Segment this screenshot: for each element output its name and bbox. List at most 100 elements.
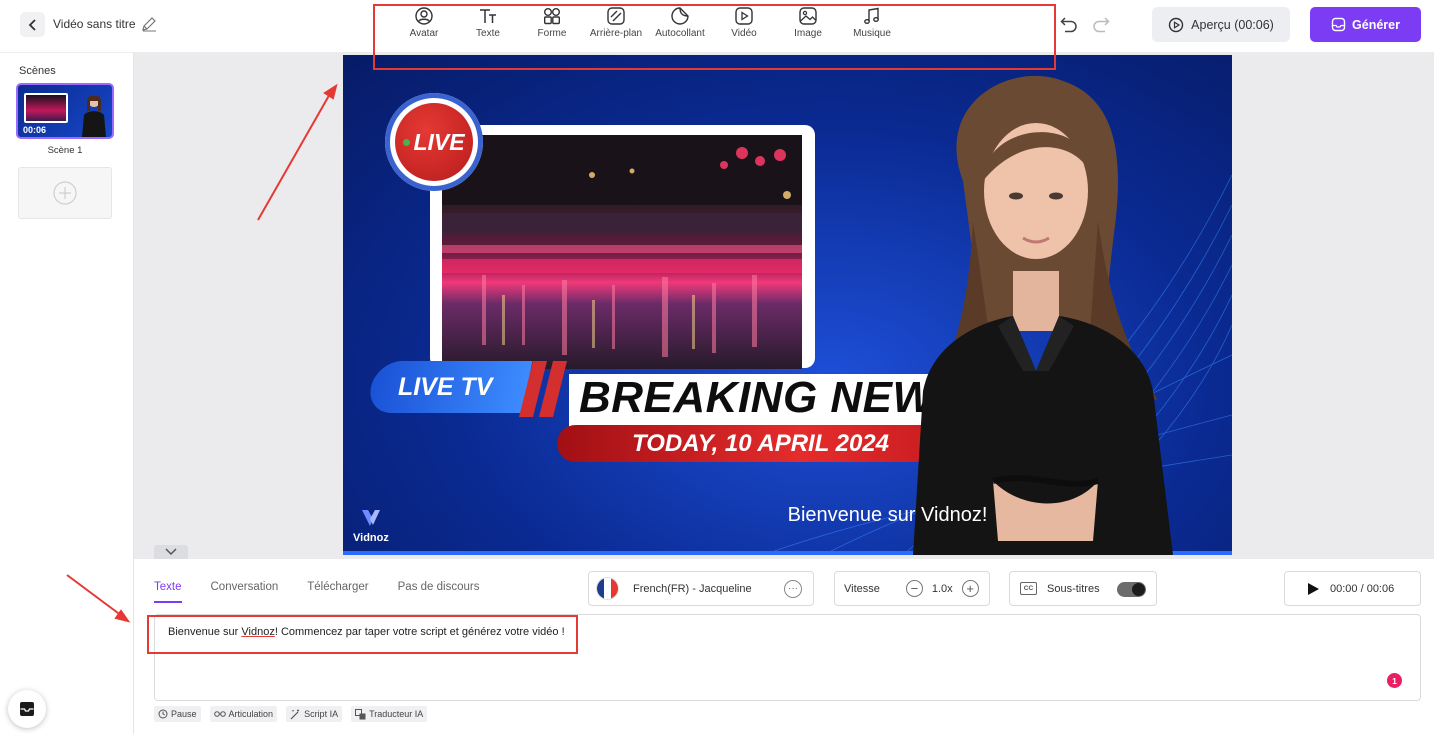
- tool-label: Vidéo: [731, 28, 757, 39]
- chip-label: Script IA: [304, 709, 339, 719]
- avatar-icon: [415, 7, 433, 25]
- add-scene-button[interactable]: [18, 167, 112, 219]
- articulation-chip[interactable]: Articulation: [209, 706, 278, 722]
- play-button[interactable]: 00:00 / 00:06: [1284, 571, 1421, 606]
- closed-captions-icon: CC: [1020, 582, 1037, 595]
- tab-texte[interactable]: Texte: [154, 581, 182, 603]
- preview-label: Aperçu (00:06): [1191, 17, 1274, 32]
- vidnoz-brand-text: Vidnoz: [353, 532, 389, 544]
- speed-label: Vitesse: [844, 582, 880, 595]
- video-stage[interactable]: LIVE LIVE TV BREAKING NEWS TODAY, 10 APR…: [343, 55, 1232, 555]
- city-night-scene: [442, 135, 802, 357]
- scene-thumbnail[interactable]: 00:06: [16, 83, 114, 139]
- tool-music[interactable]: Musique: [840, 6, 904, 39]
- tab-no-speech[interactable]: Pas de discours: [398, 581, 480, 603]
- image-icon: [799, 7, 817, 25]
- playback-time: 00:00 / 00:06: [1330, 582, 1395, 595]
- voice-name: French(FR) - Jacqueline: [633, 582, 752, 595]
- tool-label: Avatar: [409, 28, 439, 39]
- shape-icon: [544, 8, 561, 25]
- tool-video[interactable]: Vidéo: [712, 6, 776, 39]
- background-icon: [607, 7, 625, 25]
- live-badge-inner: LIVE: [395, 103, 473, 181]
- magic-wand-icon: [290, 709, 300, 719]
- presenter-avatar[interactable]: [873, 71, 1193, 555]
- script-flagged-word[interactable]: Vidnoz: [241, 626, 274, 638]
- pencil-icon[interactable]: [141, 16, 157, 32]
- chip-label: Articulation: [228, 709, 274, 719]
- script-tools: Pause Articulation Script IA Traducteur …: [154, 706, 428, 722]
- text-icon: [480, 9, 496, 23]
- redo-icon[interactable]: [1092, 15, 1110, 33]
- live-badge-text: LIVE: [413, 128, 465, 155]
- inbox-icon: [1331, 17, 1346, 32]
- play-circle-icon: [1168, 17, 1184, 32]
- ai-translator-chip[interactable]: Traducteur IA: [351, 706, 428, 722]
- subtitles-toggle[interactable]: [1117, 582, 1146, 597]
- tab-upload[interactable]: Télécharger: [307, 581, 368, 603]
- sticker-icon: [671, 7, 689, 25]
- chevron-down-icon: [165, 548, 177, 556]
- subtitles-label: Sous-titres: [1047, 582, 1100, 595]
- scene-duration: 00:06: [23, 125, 47, 135]
- thumbnail-avatar: [82, 95, 106, 137]
- chip-label: Pause: [171, 709, 197, 719]
- script-editor: Texte Conversation Télécharger Pas de di…: [134, 559, 1434, 734]
- thumbnail-news-image: [24, 93, 68, 123]
- plus-circle-icon: [53, 181, 77, 205]
- tab-conversation[interactable]: Conversation: [211, 581, 279, 603]
- tool-label: Texte: [476, 28, 500, 39]
- tool-image[interactable]: Image: [776, 6, 840, 39]
- speed-control: Vitesse − 1.0x +: [834, 571, 990, 606]
- chip-label: Traducteur IA: [369, 709, 424, 719]
- tool-label: Image: [794, 28, 822, 39]
- toggle-knob: [1132, 583, 1145, 596]
- increase-speed-button[interactable]: +: [961, 580, 979, 597]
- ai-script-chip[interactable]: Script IA: [286, 706, 343, 722]
- music-icon: [864, 7, 879, 24]
- preview-button[interactable]: Aperçu (00:06): [1152, 7, 1290, 42]
- scenes-panel: Scènes 00:06 Scène 1: [0, 53, 134, 734]
- tool-background[interactable]: Arrière-plan: [584, 6, 648, 39]
- editor-tabs: Texte Conversation Télécharger Pas de di…: [154, 581, 508, 603]
- feedback-button[interactable]: [8, 690, 46, 728]
- tool-avatar[interactable]: Avatar: [392, 6, 456, 39]
- tool-label: Arrière-plan: [589, 28, 643, 39]
- generate-label: Générer: [1352, 17, 1400, 32]
- chevron-left-icon: [28, 18, 36, 31]
- live-badge: LIVE: [385, 93, 483, 191]
- more-options-icon[interactable]: ···: [784, 580, 802, 598]
- tool-text[interactable]: Texte: [456, 6, 520, 39]
- vidnoz-watermark: Vidnoz: [353, 507, 389, 544]
- play-icon: [1308, 582, 1319, 595]
- undo-icon[interactable]: [1060, 15, 1078, 33]
- tool-sticker[interactable]: Autocollant: [648, 6, 712, 39]
- issue-count-badge[interactable]: 1: [1387, 673, 1402, 688]
- toolbar: Avatar Texte Forme Arrière-plan Autocoll…: [392, 6, 904, 39]
- generate-button[interactable]: Générer: [1310, 7, 1421, 42]
- french-flag-icon: [596, 577, 619, 600]
- document-title[interactable]: Vidéo sans titre: [53, 17, 136, 31]
- red-slash-bars: [519, 361, 567, 417]
- tool-shape[interactable]: Forme: [520, 6, 584, 39]
- scenes-heading: Scènes: [19, 65, 56, 77]
- pause-chip[interactable]: Pause: [154, 706, 201, 722]
- vidnoz-logo-icon: [361, 510, 380, 526]
- collapse-panel-button[interactable]: [154, 545, 188, 559]
- clock-icon: [158, 709, 168, 719]
- scene-name: Scène 1: [47, 145, 83, 156]
- script-text: Bienvenue sur Vidnoz! Commencez par tape…: [168, 626, 565, 638]
- voice-selector[interactable]: French(FR) - Jacqueline ···: [588, 571, 814, 606]
- live-tv-text: LIVE TV: [398, 373, 493, 401]
- news-photo: [442, 135, 802, 369]
- subtitles-control: CC Sous-titres: [1009, 571, 1157, 606]
- decrease-speed-button[interactable]: −: [905, 580, 923, 597]
- tool-label: Musique: [853, 28, 891, 39]
- canvas-area: LIVE LIVE TV BREAKING NEWS TODAY, 10 APR…: [134, 53, 1434, 559]
- video-icon: [735, 7, 753, 25]
- speed-value: 1.0x: [931, 582, 953, 595]
- date-text: TODAY, 10 APRIL 2024: [631, 429, 889, 457]
- back-button[interactable]: [20, 12, 45, 37]
- script-text-end: ! Commencez par taper votre script et gé…: [274, 626, 565, 638]
- script-textarea[interactable]: Bienvenue sur Vidnoz! Commencez par tape…: [154, 614, 1421, 701]
